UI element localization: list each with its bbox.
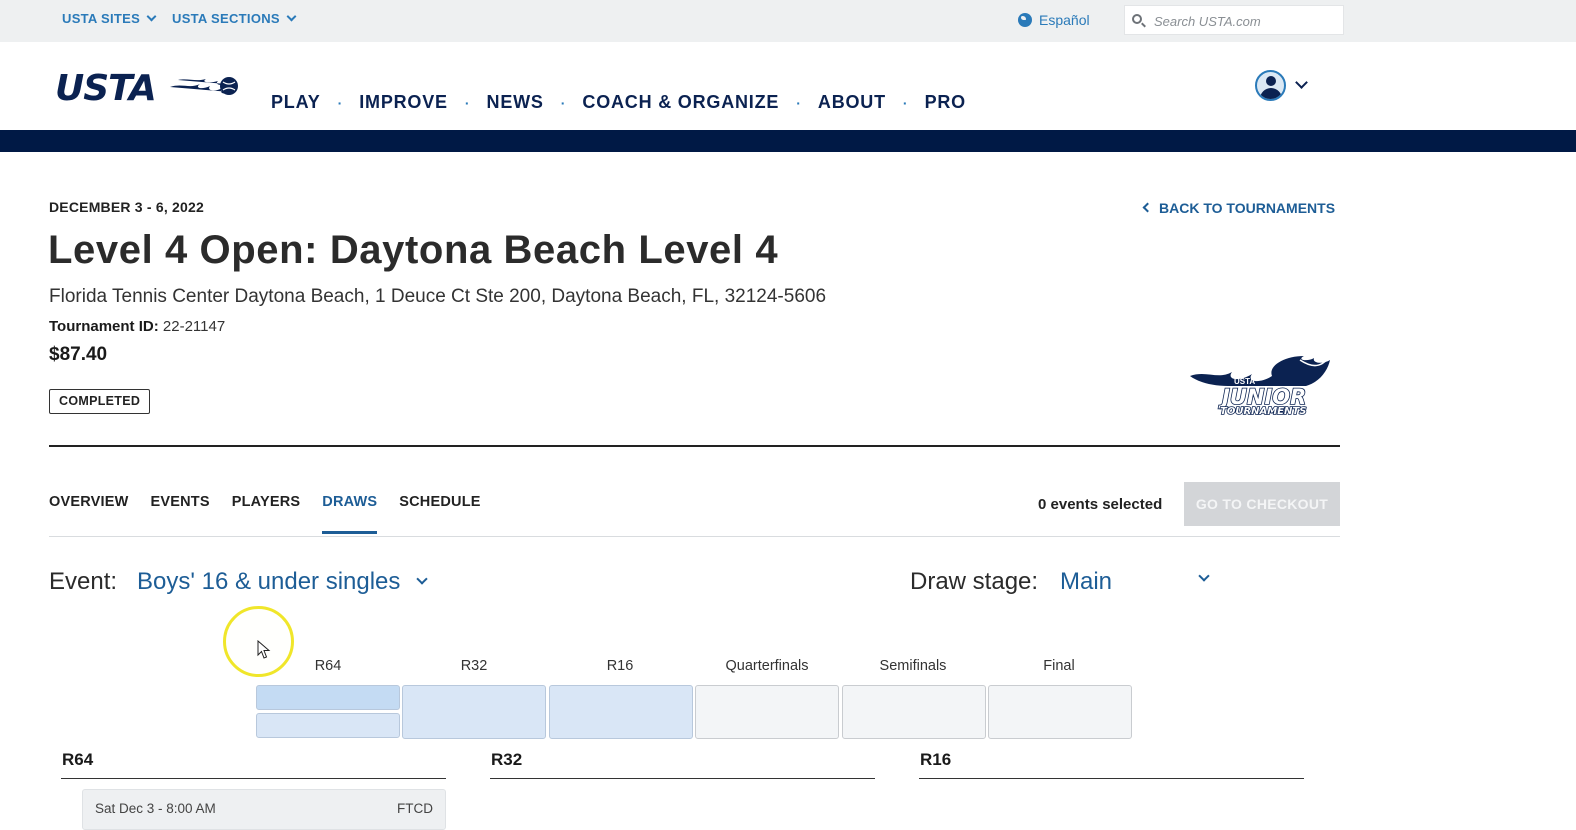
tournament-address: Florida Tennis Center Daytona Beach, 1 D… [49,286,827,307]
go-to-checkout-button[interactable]: GO TO CHECKOUT [1184,482,1340,526]
nav-improve[interactable]: IMPROVE [359,92,448,113]
tabs-divider [49,536,1340,537]
tab-draws[interactable]: DRAWS [322,494,378,534]
header-band [0,130,1576,152]
chevron-down-icon [286,11,297,22]
chevron-down-icon [1198,570,1210,582]
tournament-id-label: Tournament ID: [49,318,159,335]
tournament-tabs: OVERVIEW EVENTS PLAYERS DRAWS SCHEDULE [49,494,481,534]
nav-pro[interactable]: PRO [925,92,966,113]
usta-sections-dropdown[interactable]: USTA SECTIONS [172,11,297,26]
language-link[interactable]: Español [1018,12,1090,28]
column-divider [61,778,446,779]
nav-about[interactable]: ABOUT [818,92,886,113]
tab-players[interactable]: PLAYERS [232,494,301,534]
junior-tournaments-logo: USTA JUNIOR TOURNAMENTS [1190,356,1330,418]
language-label: Español [1039,12,1090,28]
search-input[interactable] [1154,12,1339,30]
column-heading-r64: R64 [62,750,94,769]
back-label: BACK TO TOURNAMENTS [1159,200,1336,216]
search-box [1124,5,1344,35]
globe-icon [1018,13,1032,27]
tournament-id: Tournament ID: 22-21147 [49,318,225,335]
usta-sites-dropdown[interactable]: USTA SITES [62,11,157,26]
back-to-tournaments-link[interactable]: BACK TO TOURNAMENTS [1142,200,1336,216]
event-select-value: Boys' 16 & under singles [137,568,401,595]
event-label: Event: [49,568,118,595]
tournament-price: $87.40 [49,344,108,365]
round-box-quarterfinals[interactable] [695,685,839,739]
tab-events[interactable]: EVENTS [151,494,210,534]
tab-overview[interactable]: OVERVIEW [49,494,129,534]
status-badge: COMPLETED [49,389,151,414]
column-heading-r16: R16 [920,750,952,769]
round-box-r64[interactable] [256,685,400,739]
nav-news[interactable]: NEWS [487,92,544,113]
nav-separator: · [337,94,343,111]
round-box-r16[interactable] [549,685,693,739]
round-label-quarterfinals: Quarterfinals [725,658,809,674]
draw-stage-value: Main [1060,568,1113,595]
round-box-r64-bottom[interactable] [256,713,400,738]
match-time: Sat Dec 3 - 8:00 AM [95,801,216,816]
tab-schedule[interactable]: SCHEDULE [399,494,480,534]
flaming-ball-icon [170,77,238,95]
event-select[interactable]: Boys' 16 & under singles [137,568,429,596]
usta-sections-label: USTA SECTIONS [172,11,280,26]
round-box-r32[interactable] [402,685,546,739]
search-icon[interactable] [1132,14,1142,24]
tournament-date: DECEMBER 3 - 6, 2022 [49,199,204,215]
round-label-r32: R32 [460,658,488,674]
draw-stage-select[interactable]: Main [1060,568,1210,596]
match-card[interactable]: Sat Dec 3 - 8:00 AM FTCD [82,789,446,830]
match-location: FTCD [397,801,433,816]
nav-separator: · [560,94,566,111]
usta-logo[interactable]: USTA [55,68,157,109]
nav-separator: · [796,94,801,111]
tournament-id-value: 22-21147 [162,318,226,335]
junior-logo-sub: TOURNAMENTS [1220,406,1306,417]
round-label-semifinals: Semifinals [879,658,947,674]
events-selected-count: 0 events selected [1038,496,1163,513]
column-divider [490,778,875,779]
draw-stage-label: Draw stage: [910,568,1039,595]
chevron-down-icon [416,573,429,585]
nav-coach-organize[interactable]: COACH & ORGANIZE [582,92,779,113]
round-label-r16: R16 [606,658,634,674]
main-nav: PLAY · IMPROVE · NEWS · COACH & ORGANIZE… [271,92,966,113]
user-avatar-icon[interactable] [1255,70,1286,101]
chevron-down-icon[interactable] [1295,76,1308,89]
round-label-final: Final [1043,658,1075,674]
cursor-icon [257,640,271,659]
round-box-semifinals[interactable] [842,685,986,739]
chevron-left-icon [1142,202,1153,212]
nav-separator: · [464,94,470,111]
main-header: USTA PLAY · IMPROVE · NEWS · COACH & ORG… [0,42,1576,130]
tournament-title: Level 4 Open: Daytona Beach Level 4 [48,228,779,272]
usta-sites-label: USTA SITES [62,11,141,26]
utility-bar: USTA SITES USTA SECTIONS Español [0,0,1576,42]
nav-separator: · [902,94,908,111]
column-divider [919,778,1304,779]
nav-play[interactable]: PLAY [271,92,321,113]
column-heading-r32: R32 [491,750,523,769]
section-divider [49,445,1340,447]
chevron-down-icon [146,11,157,22]
round-box-final[interactable] [988,685,1132,739]
round-box-r64-top[interactable] [256,685,400,710]
